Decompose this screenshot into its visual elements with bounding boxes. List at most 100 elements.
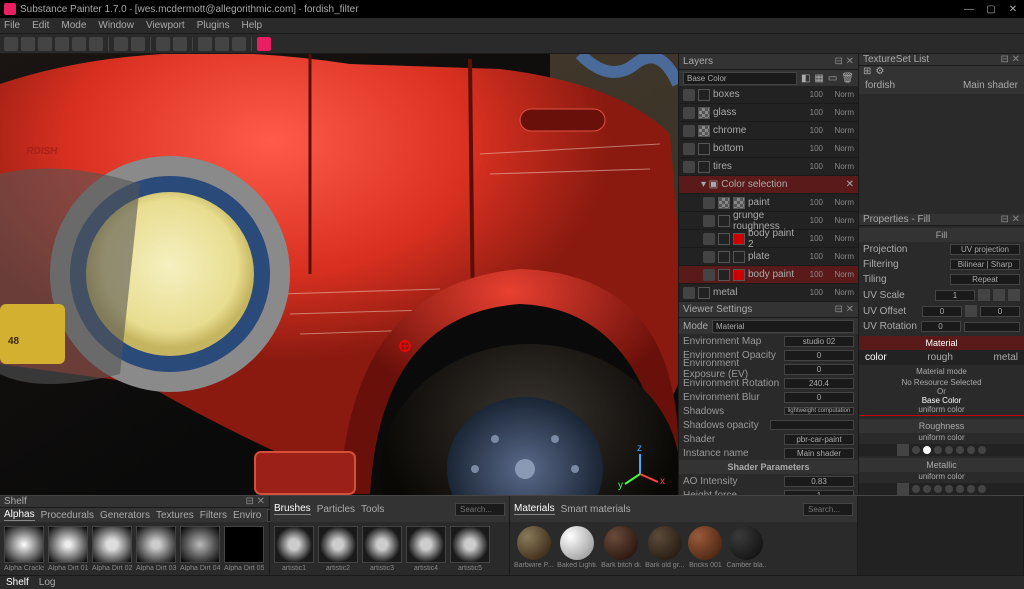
link-icon[interactable]: [978, 289, 990, 301]
shelf-tab-brushes[interactable]: Brushes: [274, 503, 311, 515]
shelf-brush-item[interactable]: artistic3: [362, 526, 402, 571]
shelf-material-item[interactable]: Camber bla...: [726, 526, 766, 571]
layer-row[interactable]: tires100Norm: [679, 158, 858, 176]
uvoffset-field[interactable]: 0: [922, 306, 962, 317]
tab-color[interactable]: color: [865, 352, 887, 363]
close-button[interactable]: ✕: [1006, 4, 1020, 15]
texset-item[interactable]: fordishMain shader: [859, 77, 1024, 94]
menu-window[interactable]: Window: [98, 20, 134, 31]
uvrot-field[interactable]: 0: [921, 321, 961, 332]
shelf-material-item[interactable]: Barbwire P...: [514, 526, 553, 571]
shelf-alpha-item[interactable]: Alpha Dirt 03: [136, 526, 176, 571]
tool-projection-icon[interactable]: [38, 37, 52, 51]
tool-quickmask-icon[interactable]: [156, 37, 170, 51]
panel-close-icon[interactable]: ⊟ ✕: [1000, 214, 1020, 225]
shelf-material-item[interactable]: Bricks 001: [688, 526, 722, 571]
uvrot-slider[interactable]: [964, 322, 1021, 332]
shelf-alpha-item[interactable]: Alpha Dirt 01: [48, 526, 88, 571]
channel-dropdown[interactable]: Base Color: [683, 72, 797, 85]
tool-symmetry-icon[interactable]: [198, 37, 212, 51]
tool-fill-icon[interactable]: [55, 37, 69, 51]
visibility-icon[interactable]: [683, 161, 695, 173]
shelf-search[interactable]: [455, 503, 505, 516]
shelf-tab-tools[interactable]: Tools: [361, 504, 384, 515]
shelf-alpha-item[interactable]: Alpha Dirt 05: [224, 526, 264, 571]
env-rotation-field[interactable]: 240.4: [784, 378, 854, 389]
color-selection-row[interactable]: ▾ ▣Color selection✕: [679, 176, 858, 194]
layer-row[interactable]: body paint 2100Norm: [679, 230, 858, 248]
tab-metal[interactable]: metal: [994, 352, 1018, 363]
layer-folder-icon[interactable]: ▭: [828, 73, 837, 84]
close-icon[interactable]: ✕: [846, 179, 854, 190]
env-blur-field[interactable]: 0: [784, 392, 854, 403]
projection-field[interactable]: UV projection: [950, 244, 1020, 255]
minimize-button[interactable]: —: [962, 4, 976, 15]
tool-select-icon[interactable]: [131, 37, 145, 51]
tool-iray-icon[interactable]: [232, 37, 246, 51]
menu-file[interactable]: File: [4, 20, 20, 31]
layer-addfill-icon[interactable]: ▦: [814, 73, 823, 84]
shelf-search[interactable]: [803, 503, 853, 516]
shelf-alpha-item[interactable]: Alpha Cracks: [4, 526, 44, 571]
shelf-alpha-item[interactable]: Alpha Dirt 04: [180, 526, 220, 571]
shader-field[interactable]: pbr-car-paint: [784, 434, 854, 445]
height-field[interactable]: 1: [784, 490, 854, 496]
shelf-tab-alphas[interactable]: Alphas: [4, 509, 35, 521]
shelf-material-item[interactable]: Bark bitch di...: [601, 526, 641, 571]
shelf-material-item[interactable]: Bark old gr...: [645, 526, 684, 571]
panel-close-icon[interactable]: ⊟ ✕: [1000, 54, 1020, 65]
shelf-brush-item[interactable]: artistic2: [318, 526, 358, 571]
base-color-swatch[interactable]: [859, 415, 1024, 416]
shelf-tab-enviro[interactable]: Enviro: [233, 510, 261, 521]
menu-plugins[interactable]: Plugins: [197, 20, 230, 31]
visibility-icon[interactable]: [683, 89, 695, 101]
layer-row[interactable]: boxes100Norm: [679, 86, 858, 104]
layer-row[interactable]: bottom100Norm: [679, 140, 858, 158]
tool-eraser-icon[interactable]: [21, 37, 35, 51]
instance-field[interactable]: Main shader: [784, 448, 854, 459]
tool-camera-icon[interactable]: [215, 37, 229, 51]
layer-row[interactable]: plate100Norm: [679, 248, 858, 266]
env-map-field[interactable]: studio 02: [784, 336, 854, 347]
tool-brush-icon[interactable]: [4, 37, 18, 51]
layer-row[interactable]: metal100Norm: [679, 284, 858, 302]
maximize-button[interactable]: ▢: [984, 4, 998, 15]
layer-row-selected[interactable]: body paint100Norm: [679, 266, 858, 284]
tab-shelf[interactable]: Shelf: [6, 577, 29, 588]
texset-settings-icon[interactable]: ⚙: [875, 66, 884, 77]
metallic-slider[interactable]: [859, 483, 1024, 495]
menu-help[interactable]: Help: [242, 20, 263, 31]
texset-menu-icon[interactable]: ⊞: [863, 66, 871, 77]
tool-clone-icon[interactable]: [89, 37, 103, 51]
env-opacity-field[interactable]: 0: [784, 350, 854, 361]
menu-mode[interactable]: Mode: [61, 20, 86, 31]
shelf-tab-procedurals[interactable]: Procedurals: [41, 510, 94, 521]
menu-edit[interactable]: Edit: [32, 20, 49, 31]
visibility-icon[interactable]: [683, 287, 695, 299]
shadows-field[interactable]: lightweight computation: [784, 407, 854, 415]
shelf-tab-generators[interactable]: Generators: [100, 510, 150, 521]
tab-log[interactable]: Log: [39, 577, 56, 588]
shelf-brush-item[interactable]: artistic4: [406, 526, 446, 571]
tab-rough[interactable]: rough: [927, 352, 953, 363]
roughness-slider[interactable]: [859, 444, 1024, 456]
layer-delete-icon[interactable]: 🗑: [841, 73, 854, 84]
tool-bake-icon[interactable]: [173, 37, 187, 51]
shelf-tab-materials[interactable]: Materials: [514, 503, 555, 515]
layers-close-icon[interactable]: ⊟ ✕: [834, 56, 854, 67]
shelf-tab-particles[interactable]: Particles: [317, 504, 355, 515]
visibility-icon[interactable]: [683, 107, 695, 119]
tool-smudge-icon[interactable]: [72, 37, 86, 51]
shelf-alpha-item[interactable]: Alpha Dirt 02: [92, 526, 132, 571]
mode-dropdown[interactable]: Material: [712, 320, 854, 333]
shelf-tab-textures[interactable]: Textures: [156, 510, 194, 521]
shelf-material-item[interactable]: Baked Lighti...: [557, 526, 597, 571]
ao-field[interactable]: 0.83: [784, 476, 854, 487]
layer-row[interactable]: glass100Norm: [679, 104, 858, 122]
viewport-3d[interactable]: Material: [0, 54, 678, 495]
shelf-tab-smartmaterials[interactable]: Smart materials: [561, 504, 631, 515]
tool-render-icon[interactable]: [257, 37, 271, 51]
layer-add-icon[interactable]: ◧: [801, 73, 810, 84]
tool-picker-icon[interactable]: [114, 37, 128, 51]
layer-row[interactable]: chrome100Norm: [679, 122, 858, 140]
